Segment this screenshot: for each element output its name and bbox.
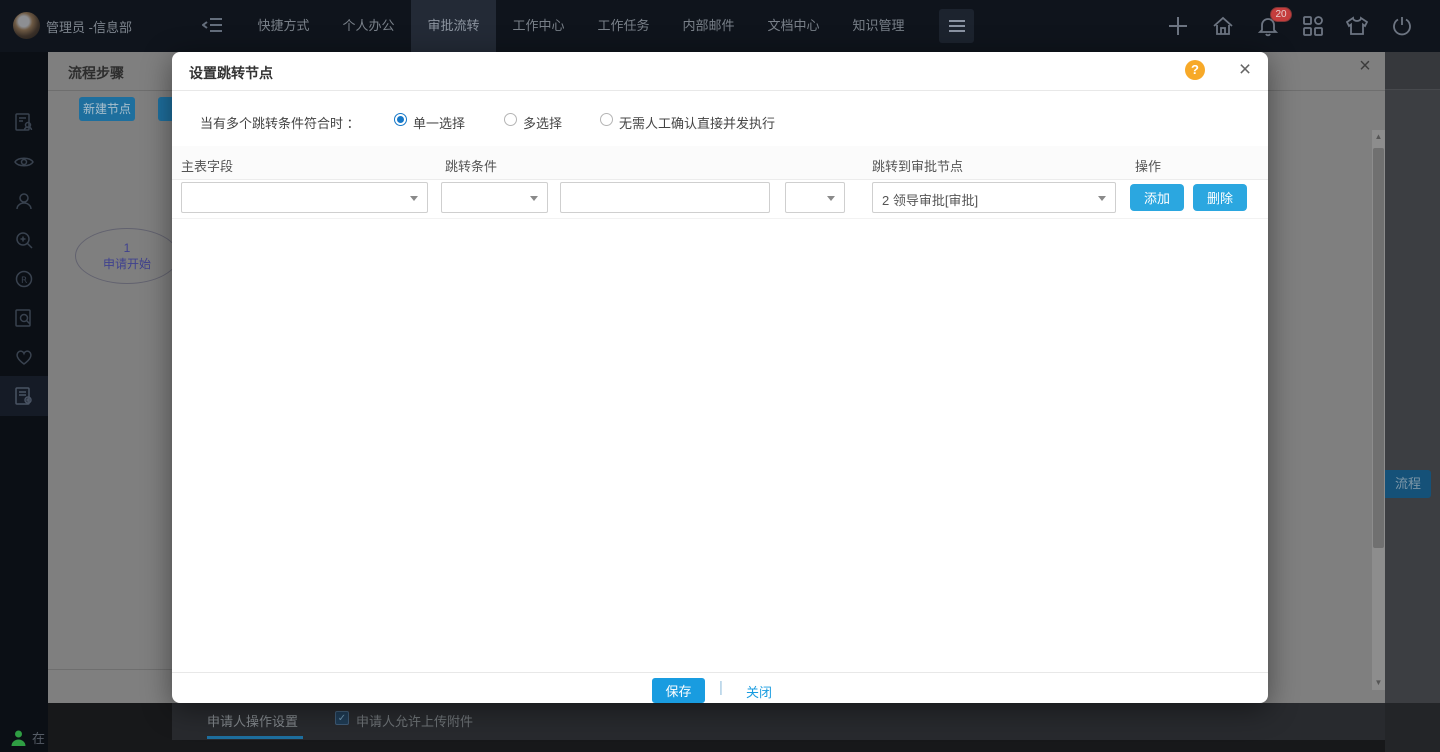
nav-item-shortcuts[interactable]: 快捷方式 [241, 0, 326, 52]
footer-separator: | [719, 679, 723, 696]
dialog-close-icon[interactable]: × [1232, 57, 1258, 83]
help-icon[interactable]: ? [1185, 60, 1205, 80]
scrollbar-down-icon[interactable]: ▼ [1372, 677, 1385, 689]
flow-panel-title: 流程步骤 [68, 63, 124, 83]
tab-active-underline [207, 736, 303, 739]
sidebar-eye-icon[interactable] [0, 142, 48, 182]
background-header-band [1385, 52, 1440, 90]
online-status: 在 [11, 728, 45, 747]
logout-power-icon[interactable] [1390, 14, 1414, 38]
add-icon[interactable] [1166, 14, 1190, 38]
collapse-menu-icon[interactable] [202, 15, 224, 40]
chevron-down-icon [827, 196, 835, 201]
user-name: 管理员 -信息部 [46, 17, 132, 36]
more-menu-button[interactable] [939, 9, 974, 43]
target-node-select[interactable]: 2 领导审批[审批] [872, 182, 1116, 213]
left-sidebar: R 在 [0, 52, 48, 752]
radio-multi-select-label[interactable]: 多选择 [523, 113, 562, 132]
nav-item-approval-flow[interactable]: 审批流转 [411, 0, 496, 52]
attachment-checkbox-label: 申请人允许上传附件 [356, 711, 473, 730]
attachment-checkbox[interactable]: ✓ [335, 711, 349, 725]
sidebar-doc-search-icon[interactable] [0, 298, 48, 338]
target-node-value: 2 领导审批[审批] [882, 190, 978, 209]
nav-item-internal-mail[interactable]: 内部邮件 [666, 0, 751, 52]
flow-node-number: 1 [124, 241, 131, 255]
apps-grid-icon[interactable] [1301, 14, 1325, 38]
logic-select[interactable] [785, 182, 845, 213]
online-user-icon [11, 730, 26, 746]
flow-node-start[interactable]: 1 申请开始 [75, 228, 179, 284]
sidebar-registered-icon[interactable]: R [0, 259, 48, 299]
background-right-column: 流程 [1385, 52, 1440, 752]
radio-multi-select[interactable] [504, 113, 517, 126]
dialog-title: 设置跳转节点 [189, 63, 273, 83]
chevron-down-icon [530, 196, 538, 201]
nav-item-work-center[interactable]: 工作中心 [496, 0, 581, 52]
condition-value-input[interactable] [560, 182, 770, 213]
nav-item-personal-office[interactable]: 个人办公 [326, 0, 411, 52]
condition-match-label: 当有多个跳转条件符合时 ： [200, 113, 360, 132]
bottom-tabs-row [172, 703, 1385, 740]
tab-applicant-settings[interactable]: 申请人操作设置 [207, 711, 298, 730]
nav-item-work-tasks[interactable]: 工作任务 [581, 0, 666, 52]
scrollbar-up-icon[interactable]: ▲ [1372, 131, 1385, 143]
flow-save-button-partial[interactable]: 流程 [1385, 470, 1431, 498]
flow-editor-bottom-strip: 申请人操作设置 ✓ 申请人允许上传附件 [172, 703, 1385, 752]
chevron-down-icon [410, 196, 418, 201]
add-button[interactable]: 添加 [1130, 184, 1184, 211]
condition-operator-select[interactable] [441, 182, 548, 213]
scrollbar-thumb[interactable] [1373, 148, 1384, 548]
top-navbar: 管理员 -信息部 快捷方式 个人办公 审批流转 工作中心 工作任务 内部邮件 文… [0, 0, 1440, 52]
sidebar-doc-gear-icon[interactable] [0, 376, 48, 416]
col-operations: 操作 [1135, 156, 1161, 175]
set-jump-node-dialog: 设置跳转节点 ? × 当有多个跳转条件符合时 ： 单一选择 多选择 无需人工确认… [172, 52, 1268, 703]
theme-shirt-icon[interactable] [1345, 14, 1369, 38]
col-jump-condition: 跳转条件 [445, 156, 497, 175]
screen: 管理员 -信息部 快捷方式 个人办公 审批流转 工作中心 工作任务 内部邮件 文… [0, 0, 1440, 752]
home-icon[interactable] [1211, 14, 1235, 38]
chevron-down-icon [1098, 196, 1106, 201]
flow-editor-close-icon[interactable]: × [1353, 55, 1377, 79]
radio-auto-parallel[interactable] [600, 113, 613, 126]
sidebar-search-plus-icon[interactable] [0, 220, 48, 260]
table-header-row: 主表字段 跳转条件 跳转到审批节点 操作 [172, 146, 1268, 180]
close-link[interactable]: 关闭 [746, 682, 772, 701]
radio-single-select[interactable] [394, 113, 407, 126]
flow-node-label: 申请开始 [103, 255, 151, 272]
background-bottom-corner [1385, 703, 1440, 752]
nav-item-knowledge[interactable]: 知识管理 [836, 0, 921, 52]
new-node-button[interactable]: 新建节点 [79, 97, 135, 121]
svg-text:R: R [21, 276, 27, 286]
save-button[interactable]: 保存 [652, 678, 705, 703]
radio-single-select-label[interactable]: 单一选择 [413, 113, 465, 132]
notification-badge: 20 [1270, 7, 1292, 22]
radio-auto-parallel-label[interactable]: 无需人工确认直接并发执行 [619, 113, 775, 132]
sidebar-heart-icon[interactable] [0, 337, 48, 377]
delete-button[interactable]: 删除 [1193, 184, 1247, 211]
col-target-node: 跳转到审批节点 [872, 156, 963, 175]
sidebar-doc-user-icon[interactable] [0, 102, 48, 142]
main-field-select[interactable] [181, 182, 428, 213]
col-main-field: 主表字段 [181, 156, 233, 175]
nav-item-document-center[interactable]: 文档中心 [751, 0, 836, 52]
sidebar-user-icon[interactable] [0, 181, 48, 221]
online-label: 在 [32, 728, 45, 747]
user-avatar[interactable] [13, 12, 40, 39]
